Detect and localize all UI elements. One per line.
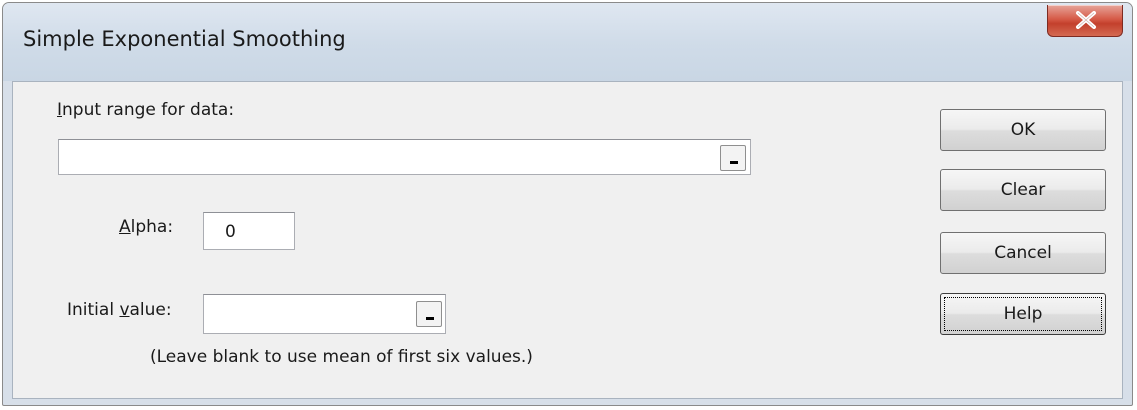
initial-value-field[interactable] <box>203 294 446 334</box>
alpha-label: Alpha: <box>119 217 173 237</box>
focus-ring <box>944 297 1102 331</box>
initial-value-label: Initial value: <box>67 300 172 320</box>
input-range-label: Input range for data: <box>57 100 234 120</box>
clear-button[interactable]: Clear <box>940 169 1106 211</box>
close-x-icon <box>1076 11 1096 29</box>
window-title: Simple Exponential Smoothing <box>23 27 346 51</box>
alpha-input[interactable]: 0 <box>203 212 295 250</box>
ok-button[interactable]: OK <box>940 109 1106 151</box>
initial-value-label-prefix: Initial <box>67 300 120 320</box>
collapse-dialog-icon <box>426 317 434 320</box>
initial-value-note: (Leave blank to use mean of first six va… <box>150 347 533 367</box>
input-range-label-text: nput range for data: <box>62 100 235 120</box>
alpha-accelerator: A <box>119 217 131 237</box>
input-range-collapse-button[interactable] <box>720 145 746 171</box>
initial-value-label-text: alue: <box>129 300 172 320</box>
alpha-value: 0 <box>225 222 236 242</box>
input-range-field[interactable] <box>58 139 751 175</box>
help-button[interactable]: Help <box>940 293 1106 335</box>
initial-value-accelerator: v <box>119 300 130 320</box>
initial-value-collapse-button[interactable] <box>416 301 442 327</box>
dialog-window: Simple Exponential Smoothing Input range… <box>2 2 1133 406</box>
alpha-label-text: lpha: <box>130 217 174 237</box>
title-bar[interactable]: Simple Exponential Smoothing <box>3 3 1132 81</box>
collapse-dialog-icon <box>730 161 738 164</box>
dialog-body: Input range for data: Alpha: 0 Initial v… <box>12 81 1123 399</box>
cancel-button[interactable]: Cancel <box>940 232 1106 274</box>
close-button[interactable] <box>1047 5 1123 37</box>
